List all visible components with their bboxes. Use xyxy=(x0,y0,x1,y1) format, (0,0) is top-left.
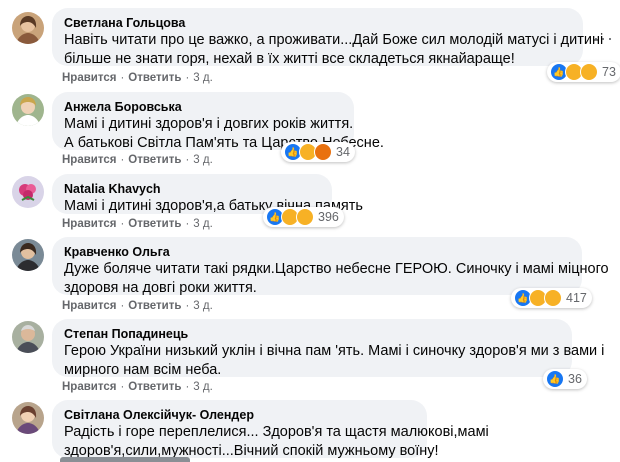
reaction-count: 417 xyxy=(566,291,587,305)
like-reaction-icon: 👍 xyxy=(546,370,564,388)
reaction-count: 36 xyxy=(568,372,582,386)
comment-bubble: Степан Попадинець Герою України низький … xyxy=(52,319,605,378)
comment-actions: Нравится · Ответить · 3 д. xyxy=(62,218,213,230)
angry-reaction-icon xyxy=(314,143,332,161)
avatar[interactable] xyxy=(12,402,44,434)
comment-actions: Нравится · Ответить · 3 д. xyxy=(62,154,213,166)
sad-reaction-icon xyxy=(580,63,598,81)
comment-bubble: Кравченко Ольга Дуже боляче читати такі … xyxy=(52,237,609,296)
image-attachment-preview[interactable] xyxy=(60,457,190,462)
reaction-summary[interactable]: 👍 396 xyxy=(263,207,344,227)
timestamp[interactable]: 3 д. xyxy=(193,218,213,230)
reply-link[interactable]: Ответить xyxy=(128,72,181,84)
reply-link[interactable]: Ответить xyxy=(128,154,181,166)
timestamp[interactable]: 3 д. xyxy=(193,154,213,166)
like-link[interactable]: Нравится xyxy=(62,218,116,230)
like-link[interactable]: Нравится xyxy=(62,300,116,312)
comment-bubble: Светлана Гольцова Навіть читати про це в… xyxy=(52,8,604,67)
avatar[interactable] xyxy=(12,176,44,208)
like-link[interactable]: Нравится xyxy=(62,154,116,166)
reaction-count: 396 xyxy=(318,210,339,224)
reply-link[interactable]: Ответить xyxy=(128,218,181,230)
comment-actions: Нравится · Ответить · 3 д. xyxy=(62,300,213,312)
avatar[interactable] xyxy=(12,239,44,271)
timestamp[interactable]: 3 д. xyxy=(193,300,213,312)
reaction-summary[interactable]: 👍 73 xyxy=(547,62,620,82)
timestamp[interactable]: 3 д. xyxy=(193,72,213,84)
comment-bubble: Світлана Олексійчук- Олендер Радість і г… xyxy=(52,400,489,459)
avatar[interactable] xyxy=(12,94,44,126)
comment-text-line: мирного нам всім неба. xyxy=(64,362,222,378)
reaction-summary[interactable]: 👍 34 xyxy=(281,142,355,162)
comment-text-line: більше не знати горя, нехай в їх житті в… xyxy=(64,51,515,67)
like-link[interactable]: Нравится xyxy=(62,381,116,393)
comment-text-line: Навіть читати про це важко, а проживати.… xyxy=(64,32,604,48)
reaction-summary[interactable]: 👍 36 xyxy=(543,369,587,389)
comment-author[interactable]: Кравченко Ольга xyxy=(64,244,570,260)
reaction-count: 34 xyxy=(336,145,350,159)
comment-text-line: Дуже боляче читати такі рядки.Царство не… xyxy=(64,261,609,277)
comment-text-line: здоровя на довгі роки життя. xyxy=(64,280,257,296)
comment-author[interactable]: Natalia Khavych xyxy=(64,181,320,197)
comment-text-line: Мамі і дитині здоров'я і довгих років жи… xyxy=(64,116,354,132)
comment-text-line: Радість і горе переплелися... Здоров'я т… xyxy=(64,424,489,440)
comment-actions: Нравится · Ответить · 3 д. xyxy=(62,72,213,84)
timestamp[interactable]: 3 д. xyxy=(193,381,213,393)
comment-author[interactable]: Світлана Олексійчук- Олендер xyxy=(64,407,415,423)
reaction-count: 73 xyxy=(602,65,616,79)
sad-reaction-icon xyxy=(544,289,562,307)
comment-text-line: Герою України низький уклін і вічна пам … xyxy=(64,343,605,359)
sad-reaction-icon xyxy=(296,208,314,226)
reply-link[interactable]: Ответить xyxy=(128,381,181,393)
avatar[interactable] xyxy=(12,12,44,44)
like-link[interactable]: Нравится xyxy=(62,72,116,84)
avatar[interactable] xyxy=(12,321,44,353)
more-options-icon[interactable]: ··· xyxy=(593,28,614,49)
reaction-summary[interactable]: 👍 417 xyxy=(511,288,592,308)
comment-author[interactable]: Степан Попадинець xyxy=(64,326,560,342)
reply-link[interactable]: Ответить xyxy=(128,300,181,312)
comment-actions: Нравится · Ответить · 3 д. xyxy=(62,381,213,393)
comment-author[interactable]: Анжела Боровська xyxy=(64,99,342,115)
comment-author[interactable]: Светлана Гольцова xyxy=(64,15,571,31)
